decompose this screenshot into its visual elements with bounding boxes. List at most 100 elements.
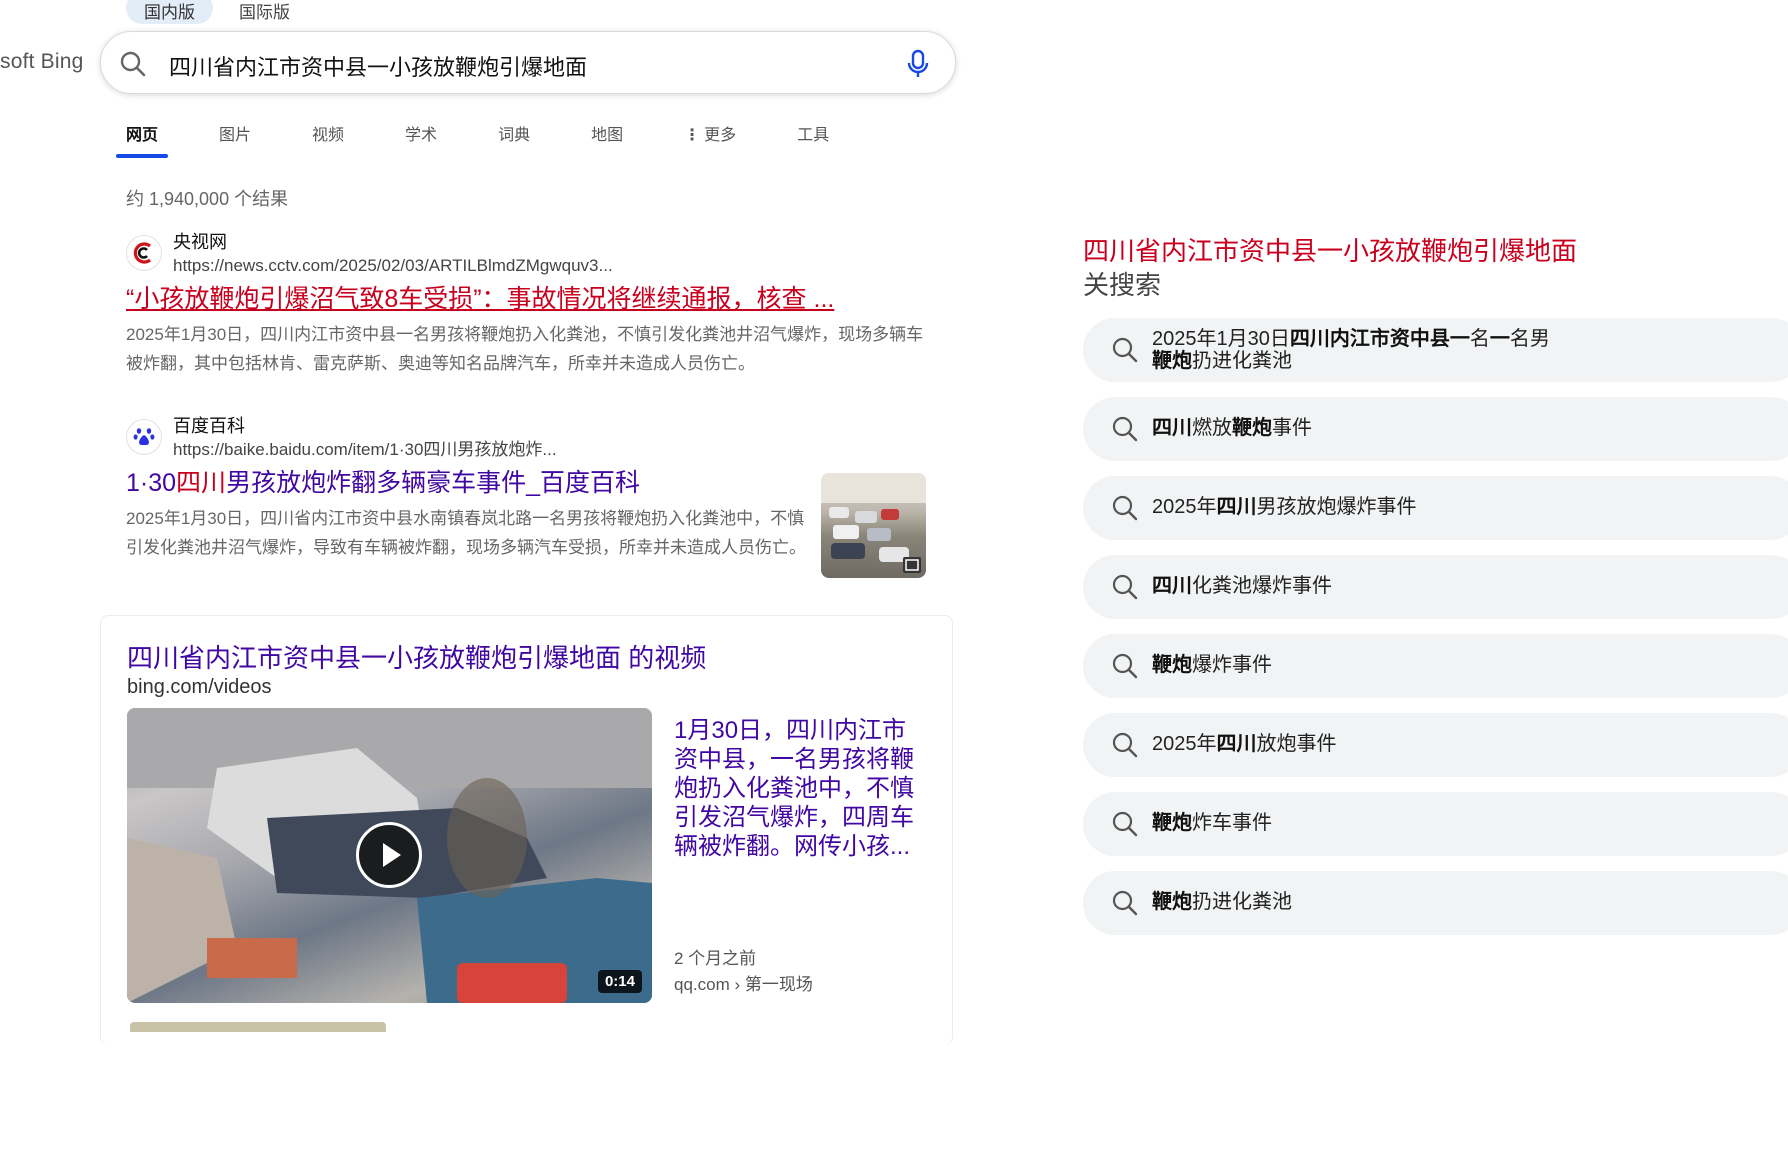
result-source: 百度百科 https://baike.baidu.com/item/1·30四川…: [126, 414, 926, 462]
search-result: 百度百科 https://baike.baidu.com/item/1·30四川…: [126, 414, 926, 578]
result-site-name[interactable]: 央视网: [173, 230, 613, 254]
microphone-icon[interactable]: [905, 49, 931, 79]
tab-maps[interactable]: 地图: [581, 112, 633, 158]
related-search-part: 名: [1469, 328, 1490, 350]
tab-tools[interactable]: 工具: [787, 112, 839, 158]
related-search-highlight: 四川内江市资中县一: [1289, 328, 1470, 350]
search-icon: [1112, 495, 1138, 521]
region-international-tab[interactable]: 国际版: [221, 0, 308, 24]
search-icon[interactable]: [119, 50, 147, 78]
tab-videos[interactable]: 视频: [302, 112, 354, 158]
video-thumbnail[interactable]: 0:14: [127, 708, 652, 1003]
related-search-highlight: 鞭炮: [1152, 350, 1192, 372]
related-search-part: 2025年: [1152, 496, 1217, 518]
title-part: 男孩放炮炸翻多辆豪车事件_百度百科: [226, 469, 640, 497]
tab-more[interactable]: ⋮ 更多: [674, 112, 746, 158]
related-search-text: 四川燃放鞭炮事件: [1152, 417, 1312, 439]
result-snippet: 2025年1月30日，四川内江市资中县一名男孩将鞭炮扔入化粪池，不慎引发化粪池井…: [126, 325, 924, 373]
video-section-heading[interactable]: 四川省内江市资中县一小孩放鞭炮引爆地面 的视频: [127, 638, 706, 675]
video-section-source[interactable]: bing.com/videos: [127, 676, 272, 699]
related-search-part: 男孩放炮爆炸事件: [1256, 496, 1417, 518]
related-search-part: 燃放: [1192, 417, 1232, 439]
related-search-part: 放炮事件: [1256, 733, 1337, 755]
related-search-part: 2025年: [1152, 733, 1217, 755]
related-title-query: 四川省内江市资中县一小孩放鞭炮引爆地面: [1083, 236, 1578, 266]
tab-dictionary[interactable]: 词典: [488, 112, 540, 158]
related-search-highlight: 四川: [1152, 417, 1192, 439]
search-icon: [1112, 732, 1138, 758]
result-url[interactable]: https://news.cctv.com/2025/02/03/ARTILBl…: [173, 254, 613, 278]
title-part: 1·30: [126, 469, 177, 497]
related-search-part: 炸车事件: [1192, 812, 1272, 834]
region-toggle: 国内版 国际版: [126, 0, 308, 24]
result-thumbnail[interactable]: [821, 473, 926, 578]
title-highlight: 四川: [176, 469, 227, 497]
related-search-item[interactable]: 2025年1月30日四川内江市资中县一名一名男 鞭炮扔进化粪池: [1083, 318, 1788, 382]
related-search-item[interactable]: 鞭炮爆炸事件: [1083, 634, 1788, 698]
search-result: 央视网 https://news.cctv.com/2025/02/03/ART…: [126, 230, 926, 378]
tab-images[interactable]: 图片: [209, 112, 261, 158]
related-search-part: 爆炸事件: [1192, 654, 1272, 676]
related-searches-list: 2025年1月30日四川内江市资中县一名一名男 鞭炮扔进化粪池 四川燃放鞭炮事件 20…: [1083, 318, 1788, 950]
title-rest: 沼气致8车受损”：事故情况将继续通报，核查 ...: [309, 285, 835, 313]
related-search-part: 扔进化粪池: [1192, 350, 1292, 372]
related-search-item[interactable]: 鞭炮炸车事件: [1083, 792, 1788, 856]
search-icon: [1112, 811, 1138, 837]
related-search-highlight: 四川: [1216, 496, 1257, 518]
region-domestic-tab[interactable]: 国内版: [126, 0, 213, 24]
video-age: 2 个月之前: [674, 949, 757, 968]
related-search-item[interactable]: 2025年四川放炮事件: [1083, 713, 1788, 777]
result-title-link[interactable]: 1·30四川男孩放炮炸翻多辆豪车事件_百度百科: [126, 466, 926, 500]
search-icon: [1112, 653, 1138, 679]
related-search-text: 2025年四川男孩放炮爆炸事件: [1152, 496, 1417, 518]
search-box[interactable]: 四川省内江市资中县一小孩放鞭炮引爆地面: [100, 31, 956, 94]
result-count: 约 1,940,000 个结果: [126, 189, 289, 209]
related-search-part: 事件: [1272, 417, 1312, 439]
search-icon: [1112, 890, 1138, 916]
baidu-paw-icon[interactable]: [126, 419, 162, 455]
related-search-part: 化粪池爆炸事件: [1192, 575, 1332, 597]
title-highlight: “小孩放鞭炮引爆: [126, 285, 310, 313]
related-search-item[interactable]: 四川化粪池爆炸事件: [1083, 555, 1788, 619]
related-search-highlight: 鞭炮: [1152, 654, 1192, 676]
search-input[interactable]: 四川省内江市资中县一小孩放鞭炮引爆地面: [169, 50, 587, 82]
search-icon: [1112, 416, 1138, 442]
bing-logo[interactable]: soft Bing: [0, 50, 84, 74]
video-description-link[interactable]: 1月30日，四川内江市资中县，一名男孩将鞭炮扔入化粪池中，不慎引发沼气爆炸，四周…: [674, 716, 914, 861]
related-search-item[interactable]: 鞭炮扔进化粪池: [1083, 871, 1788, 935]
related-search-text: 鞭炮扔进化粪池: [1152, 891, 1292, 913]
result-snippet: 2025年1月30日，四川省内江市资中县水南镇春岚北路一名男孩将鞭炮扔入化粪池中…: [126, 509, 806, 557]
video-publisher[interactable]: qq.com › 第一现场: [674, 970, 813, 995]
related-search-text: 2025年1月30日四川内江市资中县一名一名男 鞭炮扔进化粪池: [1152, 328, 1550, 372]
related-search-item[interactable]: 四川燃放鞭炮事件: [1083, 397, 1788, 461]
result-title-link[interactable]: “小孩放鞭炮引爆沼气致8车受损”：事故情况将继续通报，核查 ...: [126, 282, 926, 316]
more-dots-icon: ⋮: [684, 127, 701, 144]
tab-academic[interactable]: 学术: [395, 112, 447, 158]
cctv-logo-icon[interactable]: [126, 235, 162, 271]
search-icon: [1112, 574, 1138, 600]
result-url[interactable]: https://baike.baidu.com/item/1·30四川男孩放炮炸…: [173, 438, 557, 462]
related-search-highlight: 鞭炮: [1152, 812, 1192, 834]
related-search-highlight: 四川: [1216, 733, 1257, 755]
next-video-thumbnail[interactable]: [130, 1022, 386, 1032]
tab-web[interactable]: 网页: [116, 112, 169, 158]
result-source: 央视网 https://news.cctv.com/2025/02/03/ART…: [126, 230, 926, 278]
related-search-text: 鞭炮爆炸事件: [1152, 654, 1272, 676]
play-icon[interactable]: [356, 822, 422, 888]
related-search-highlight: 一: [1489, 328, 1510, 350]
video-card: 四川省内江市资中县一小孩放鞭炮引爆地面 的视频 bing.com/videos …: [100, 615, 953, 1045]
related-search-text: 2025年四川放炮事件: [1152, 733, 1337, 755]
related-search-highlight: 鞭炮: [1152, 891, 1192, 913]
video-duration: 0:14: [597, 970, 642, 993]
related-search-highlight: 鞭炮: [1232, 417, 1272, 439]
related-search-part: 扔进化粪池: [1192, 891, 1292, 913]
related-search-highlight: 四川: [1152, 575, 1192, 597]
search-icon: [1112, 337, 1138, 363]
related-search-text: 鞭炮炸车事件: [1152, 812, 1272, 834]
related-search-part: 名男: [1509, 328, 1550, 350]
tab-more-label: 更多: [704, 127, 737, 144]
related-title-suffix: 关搜索: [1083, 270, 1162, 300]
result-site-name[interactable]: 百度百科: [173, 414, 557, 438]
related-search-item[interactable]: 2025年四川男孩放炮爆炸事件: [1083, 476, 1788, 540]
search-tabs: 网页 图片 视频 学术 词典 地图 ⋮ 更多 工具: [116, 112, 880, 158]
